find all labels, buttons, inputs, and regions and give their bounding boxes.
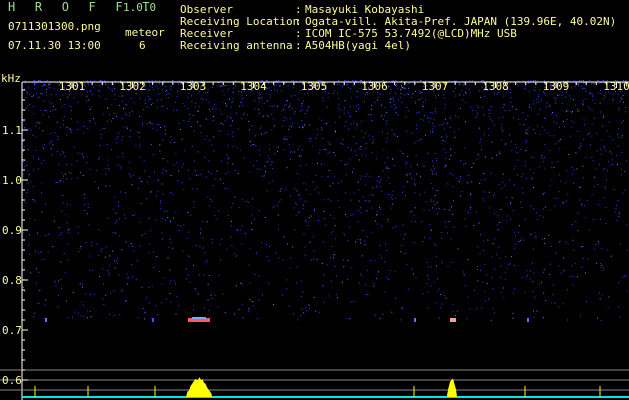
time-tick-label: 1307 — [422, 80, 449, 93]
meteor-echo-core — [192, 317, 206, 319]
freq-tick-label: 1.0 — [2, 174, 22, 187]
time-tick-label: 1306 — [361, 80, 388, 93]
meteor-echo — [527, 318, 529, 322]
spectrogram: 1301 1302 1303 1304 1305 1306 1307 1308 1309 1310… — [0, 72, 629, 400]
time-tick-label: 1309 — [543, 80, 570, 93]
time-tick-label: 1310 — [603, 80, 629, 93]
axis-labels: 1301 1302 1303 1304 1305 1306 1307 1308 1309 1310… — [1, 72, 629, 387]
freq-tick-label: 1.1 — [2, 124, 22, 137]
time-tick-label: 1308 — [482, 80, 509, 93]
freq-tick-label: 0.8 — [2, 274, 22, 287]
time-tick-label: 1303 — [180, 80, 207, 93]
meteor-echo — [45, 318, 47, 322]
time-tick-label: 1301 — [59, 80, 86, 93]
axes — [0, 81, 629, 400]
meteor-echo — [414, 318, 416, 322]
time-tick-label: 1304 — [240, 80, 267, 93]
noise-field — [22, 80, 628, 321]
time-tick-label: 1305 — [301, 80, 328, 93]
freq-tick-label: 0.6 — [2, 374, 22, 387]
freq-tick-label: 0.9 — [2, 224, 22, 237]
freq-tick-label: 0.7 — [2, 324, 22, 337]
signal-burst — [447, 378, 457, 397]
meteor-echo — [450, 318, 456, 322]
unit-label: kHz — [1, 72, 21, 85]
meteor-echo — [152, 318, 154, 322]
time-tick-label: 1302 — [119, 80, 146, 93]
meteor-echoes — [45, 317, 529, 322]
